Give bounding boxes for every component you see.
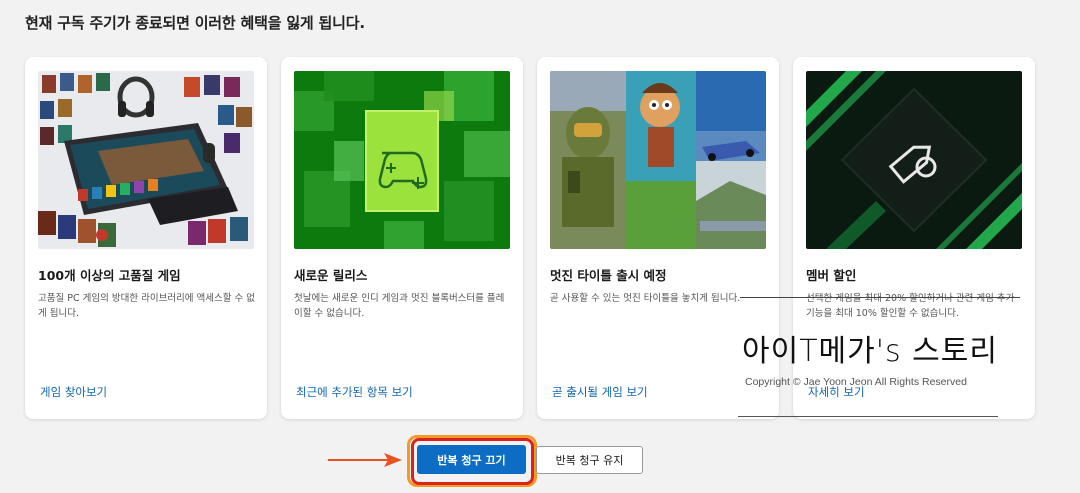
- card-title: 100개 이상의 고품질 게임: [38, 268, 181, 283]
- benefit-card-games: 100개 이상의 고품질 게임 고품질 PC 게임의 방대한 라이브러리에 액세…: [25, 57, 267, 419]
- page-heading: 현재 구독 주기가 종료되면 이러한 혜택을 잃게 됩니다.: [25, 14, 365, 32]
- member-discount-image: [806, 71, 1022, 249]
- watermark-copyright: Copyright © Jae Yoon Jeon All Rights Res…: [745, 376, 967, 388]
- card-title: 멋진 타이틀 출시 예정: [550, 268, 667, 283]
- watermark-title: 아이T메가's 스토리: [742, 334, 998, 369]
- turn-off-recurring-billing-button[interactable]: 반복 청구 끄기: [417, 445, 526, 474]
- card-title: 멤버 할인: [806, 268, 857, 283]
- card-description: 곧 사용할 수 있는 멋진 타이틀을 놓치게 됩니다.: [550, 293, 741, 304]
- pointer-arrow-icon: [328, 453, 402, 467]
- browse-games-link[interactable]: 게임 찾아보기: [40, 384, 107, 400]
- watermark-line: [738, 416, 998, 417]
- card-description: 첫날에는 새로운 인디 게임과 멋진 블록버스터를 플레이할 수 없습니다.: [294, 293, 505, 319]
- card-description: 고품질 PC 게임의 방대한 라이브러리에 액세스할 수 없게 됩니다.: [38, 293, 256, 319]
- upcoming-titles-image: [550, 71, 766, 249]
- watermark-line: [740, 297, 1020, 298]
- upcoming-games-link[interactable]: 곧 출시될 게임 보기: [552, 384, 648, 400]
- benefit-card-new-releases: 새로운 릴리스 첫날에는 새로운 인디 게임과 멋진 블록버스터를 플레이할 수…: [281, 57, 523, 419]
- recently-added-link[interactable]: 최근에 추가된 항목 보기: [296, 384, 413, 400]
- keep-recurring-billing-button[interactable]: 반복 청구 유지: [536, 446, 643, 474]
- card-title: 새로운 릴리스: [294, 268, 368, 283]
- card-description: 선택한 게임을 최대 20% 할인하거나 관련 게임 추가 기능을 최대 10%…: [806, 293, 1015, 319]
- new-releases-image: [294, 71, 510, 249]
- games-library-image: [38, 71, 254, 249]
